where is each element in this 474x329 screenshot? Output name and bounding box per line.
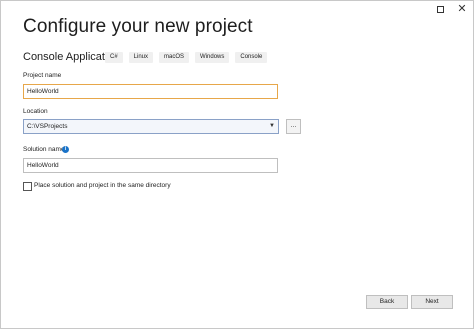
- project-name-input[interactable]: HelloWorld: [23, 84, 278, 99]
- configure-project-dialog: ✕ Configure your new project Console App…: [0, 0, 474, 329]
- tag-linux: Linux: [128, 52, 154, 63]
- browse-button[interactable]: ...: [286, 119, 301, 134]
- maximize-button[interactable]: [433, 3, 447, 15]
- solution-name-input[interactable]: HelloWorld: [23, 158, 278, 173]
- solution-name-label: Solution name: [23, 146, 65, 153]
- close-icon: ✕: [457, 3, 467, 15]
- tag-csharp: C#: [105, 52, 123, 63]
- template-tags: C# Linux macOS Windows Console: [105, 52, 268, 63]
- same-directory-label[interactable]: Place solution and project in the same d…: [34, 182, 171, 189]
- tag-console: Console: [235, 52, 268, 63]
- info-icon[interactable]: i: [62, 146, 69, 153]
- maximize-icon: [436, 6, 444, 13]
- location-label: Location: [23, 108, 48, 115]
- tag-macos: macOS: [159, 52, 190, 63]
- close-button[interactable]: ✕: [455, 3, 469, 15]
- same-directory-checkbox[interactable]: [23, 182, 32, 191]
- chevron-down-icon[interactable]: ▼: [269, 120, 275, 133]
- location-combobox[interactable]: C:\VSProjects ▼: [23, 119, 279, 134]
- location-value: C:\VSProjects: [27, 123, 68, 130]
- project-name-label: Project name: [23, 72, 62, 79]
- tag-windows: Windows: [195, 52, 230, 63]
- back-button[interactable]: Back: [366, 295, 408, 309]
- next-button[interactable]: Next: [411, 295, 453, 309]
- page-title: Configure your new project: [23, 16, 253, 37]
